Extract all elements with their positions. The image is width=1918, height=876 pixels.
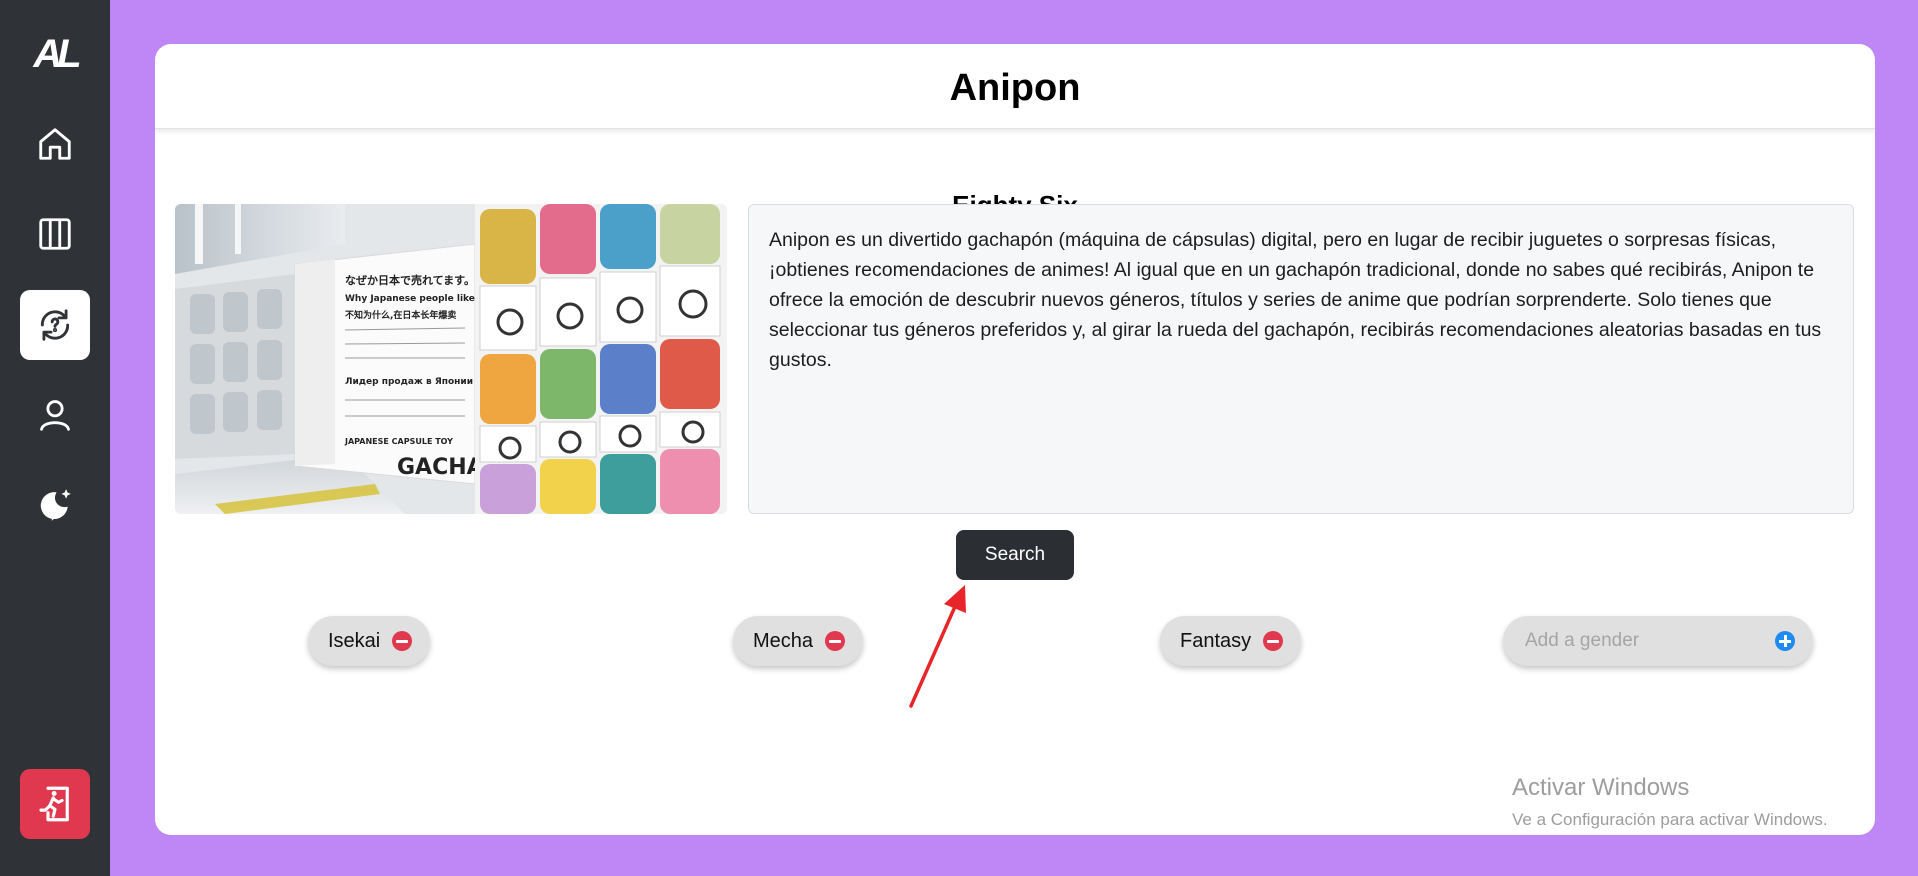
genre-label: Mecha — [753, 629, 814, 652]
add-gender-field — [1503, 616, 1813, 666]
nav-anipon[interactable] — [20, 290, 90, 360]
sign-text-4: Лидер продаж в Японии — [345, 377, 473, 387]
user-icon — [40, 400, 70, 431]
logout-button[interactable] — [20, 769, 90, 839]
description-text: Anipon es un divertido gachapón (máquina… — [748, 204, 1854, 514]
app-logo[interactable]: AL — [0, 34, 110, 74]
genre-label: Isekai — [328, 629, 381, 652]
windows-activation-watermark: Activar Windows Ve a Configuración para … — [1512, 774, 1828, 830]
gachapon-image: なぜか日本で売れてます。 Why Japanese people like th… — [175, 204, 727, 514]
nav-profile[interactable] — [20, 380, 90, 450]
search-button[interactable]: Search — [956, 530, 1074, 580]
page-header: Anipon — [155, 44, 1875, 129]
nav-library[interactable] — [20, 199, 90, 269]
genre-chip-fantasy: Fantasy — [1160, 616, 1302, 666]
logout-icon — [39, 786, 69, 822]
watermark-title: Activar Windows — [1512, 774, 1690, 801]
genre-label: Fantasy — [1180, 629, 1252, 652]
add-gender-input[interactable] — [1523, 629, 1775, 653]
sign-text-3: 不知为什么,在日本长年爆卖 — [345, 309, 456, 321]
remove-circle-icon[interactable] — [825, 631, 846, 651]
remove-circle-icon[interactable] — [392, 631, 413, 651]
sparkle-icon — [40, 489, 71, 521]
home-icon — [39, 128, 71, 160]
genre-chip-mecha: Mecha — [733, 616, 864, 666]
library-icon — [39, 218, 71, 250]
sign-text-6: GACHA — [397, 455, 484, 480]
watermark-subtitle: Ve a Configuración para activar Windows. — [1512, 810, 1828, 829]
main-card: Anipon Eighty Six — [155, 44, 1875, 835]
nav-sparkle[interactable] — [20, 470, 90, 540]
page-title: Anipon — [949, 67, 1081, 109]
remove-circle-icon[interactable] — [1263, 631, 1284, 651]
sign-text-5: JAPANESE CAPSULE TOY — [344, 437, 453, 446]
sign-text-1: なぜか日本で売れてます。 — [345, 273, 475, 287]
refresh-icon — [40, 309, 70, 341]
add-circle-icon[interactable] — [1775, 631, 1795, 651]
genre-chip-isekai: Isekai — [308, 616, 431, 666]
nav-home[interactable] — [20, 109, 90, 179]
sidebar: AL — [0, 0, 110, 876]
